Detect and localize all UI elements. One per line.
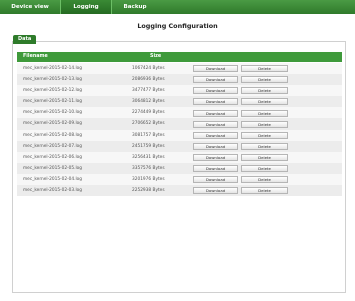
delete-button[interactable]: Delete bbox=[241, 65, 288, 73]
row-filename: mec_kernel-2015-02-08.log bbox=[23, 132, 83, 138]
table-row: mec_kernel-2015-02-07.log 2451759 Bytes … bbox=[17, 140, 342, 152]
download-button[interactable]: Download bbox=[193, 98, 238, 106]
download-button[interactable]: Download bbox=[193, 176, 238, 184]
download-button[interactable]: Download bbox=[193, 131, 238, 139]
row-filename: mec_kernel-2015-02-06.log bbox=[23, 154, 83, 160]
row-filename: mec_kernel-2015-02-13.log bbox=[23, 77, 83, 83]
row-filename: mec_kernel-2015-02-04.log bbox=[23, 176, 83, 182]
top-nav: Device view Logging Backup bbox=[0, 0, 355, 14]
table-row: mec_kernel-2015-02-13.log 2086936 Bytes … bbox=[17, 74, 342, 86]
row-filename: mec_kernel-2015-02-14.log bbox=[23, 66, 83, 71]
panel-tab-data[interactable]: Data bbox=[13, 35, 37, 44]
delete-button[interactable]: Delete bbox=[241, 109, 288, 117]
tab-device-view[interactable]: Device view bbox=[0, 0, 60, 14]
download-button[interactable]: Download bbox=[193, 120, 238, 128]
table-row: mec_kernel-2015-02-04.log 3201976 Bytes … bbox=[17, 173, 342, 186]
row-size: 1067424 Bytes bbox=[132, 66, 165, 71]
download-button[interactable]: Download bbox=[193, 153, 238, 161]
page: Device view Logging Backup Logging Confi… bbox=[0, 0, 355, 301]
download-button[interactable]: Download bbox=[193, 165, 238, 173]
delete-button[interactable]: Delete bbox=[241, 142, 288, 150]
row-size: 2252938 Bytes bbox=[132, 188, 165, 194]
page-title: Logging Configuration bbox=[137, 22, 218, 30]
file-list: mec_kernel-2015-02-14.log 1067424 Bytes … bbox=[17, 63, 342, 197]
row-size: 3081757 Bytes bbox=[132, 132, 165, 138]
row-filename: mec_kernel-2015-02-10.log bbox=[23, 110, 83, 116]
row-size: 3256431 Bytes bbox=[132, 154, 165, 160]
table-row: mec_kernel-2015-02-08.log 3081757 Bytes … bbox=[17, 129, 342, 141]
tab-backup[interactable]: Backup bbox=[112, 0, 158, 14]
table-row: mec_kernel-2015-02-12.log 3477477 Bytes … bbox=[17, 85, 342, 97]
delete-button[interactable]: Delete bbox=[241, 76, 288, 84]
delete-button[interactable]: Delete bbox=[241, 87, 288, 95]
table-row: mec_kernel-2015-02-06.log 3256431 Bytes … bbox=[17, 151, 342, 163]
table-row: mec_kernel-2015-02-03.log 2252938 Bytes … bbox=[17, 185, 342, 197]
delete-button[interactable]: Delete bbox=[241, 187, 288, 195]
download-button[interactable]: Download bbox=[193, 65, 238, 73]
table-row: mec_kernel-2015-02-11.log 3064812 Bytes … bbox=[17, 96, 342, 108]
table-row: mec_kernel-2015-02-09.log 2706652 Bytes … bbox=[17, 118, 342, 130]
row-filename: mec_kernel-2015-02-12.log bbox=[23, 88, 83, 94]
download-button[interactable]: Download bbox=[193, 87, 238, 95]
row-size: 3477477 Bytes bbox=[132, 88, 165, 94]
row-size: 3064812 Bytes bbox=[132, 99, 165, 105]
table-row: mec_kernel-2015-02-14.log 1067424 Bytes … bbox=[17, 63, 342, 75]
delete-button[interactable]: Delete bbox=[241, 165, 288, 173]
delete-button[interactable]: Delete bbox=[241, 120, 288, 128]
row-size: 2706652 Bytes bbox=[132, 121, 165, 127]
row-size: 3201976 Bytes bbox=[132, 176, 165, 182]
download-button[interactable]: Download bbox=[193, 187, 238, 195]
download-button[interactable]: Download bbox=[193, 142, 238, 150]
row-size: 2086936 Bytes bbox=[132, 77, 165, 83]
row-filename: mec_kernel-2015-02-07.log bbox=[23, 143, 83, 149]
download-button[interactable]: Download bbox=[193, 109, 238, 117]
tab-logging[interactable]: Logging bbox=[60, 0, 112, 14]
row-filename: mec_kernel-2015-02-09.log bbox=[23, 121, 83, 127]
delete-button[interactable]: Delete bbox=[241, 176, 288, 184]
delete-button[interactable]: Delete bbox=[241, 153, 288, 161]
table-row: mec_kernel-2015-02-05.log 3357576 Bytes … bbox=[17, 162, 342, 174]
row-filename: mec_kernel-2015-02-11.log bbox=[23, 99, 83, 105]
table-row: mec_kernel-2015-02-10.log 2274449 Bytes … bbox=[17, 107, 342, 119]
table-header: Filename Size bbox=[17, 52, 342, 62]
row-size: 2451759 Bytes bbox=[132, 143, 165, 149]
column-header-filename: Filename bbox=[23, 54, 48, 59]
row-filename: mec_kernel-2015-02-03.log bbox=[23, 188, 83, 194]
delete-button[interactable]: Delete bbox=[241, 98, 288, 106]
row-size: 2274449 Bytes bbox=[132, 110, 165, 116]
download-button[interactable]: Download bbox=[193, 76, 238, 84]
delete-button[interactable]: Delete bbox=[241, 131, 288, 139]
column-header-size: Size bbox=[150, 54, 162, 59]
row-size: 3357576 Bytes bbox=[132, 165, 165, 171]
row-filename: mec_kernel-2015-02-05.log bbox=[23, 165, 83, 171]
